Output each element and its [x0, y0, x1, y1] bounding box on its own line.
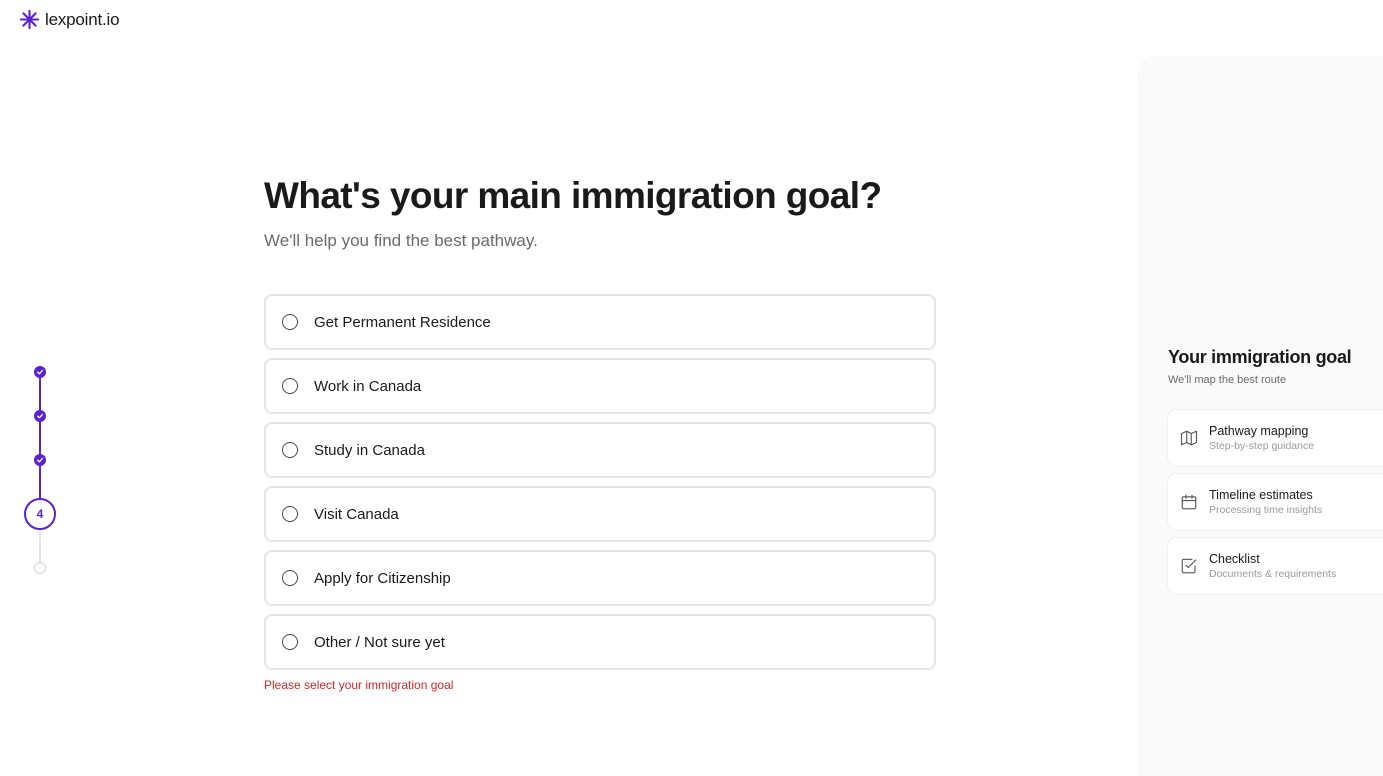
feature-timeline-estimates: Timeline estimates Processing time insig…	[1168, 474, 1383, 530]
stepper-line-complete	[39, 372, 41, 514]
radio-button[interactable]	[282, 570, 298, 586]
feature-title: Timeline estimates	[1209, 488, 1313, 502]
stepper-line-pending	[39, 530, 41, 564]
feature-desc: Step-by-step guidance	[1209, 440, 1315, 452]
option-label: Visit Canada	[314, 505, 399, 523]
step-2-complete[interactable]	[34, 410, 46, 422]
goal-options: Get Permanent Residence Work in Canada S…	[264, 294, 936, 670]
option-study[interactable]: Study in Canada	[264, 422, 936, 478]
option-label: Other / Not sure yet	[314, 633, 445, 651]
check-icon	[36, 457, 44, 463]
map-icon	[1180, 430, 1198, 446]
feature-checklist: Checklist Documents & requirements	[1168, 538, 1383, 594]
validation-error: Please select your immigration goal	[264, 678, 454, 692]
step-4-current: 4	[24, 498, 56, 530]
panel-title: Your immigration goal	[1168, 347, 1352, 367]
panel-subtitle: We'll map the best route	[1168, 374, 1287, 386]
check-icon	[36, 413, 44, 419]
option-label: Study in Canada	[314, 441, 425, 459]
radio-button[interactable]	[282, 378, 298, 394]
option-permanent-residence[interactable]: Get Permanent Residence	[264, 294, 936, 350]
step-3-complete[interactable]	[34, 454, 46, 466]
question-section: What's your main immigration goal? We'll…	[264, 172, 936, 692]
radio-button[interactable]	[282, 634, 298, 650]
step-5-pending	[34, 562, 46, 574]
feature-desc: Documents & requirements	[1209, 568, 1337, 580]
radio-button[interactable]	[282, 314, 298, 330]
question-title: What's your main immigration goal?	[264, 175, 882, 216]
calendar-icon	[1181, 494, 1197, 510]
info-panel: Your immigration goal We'll map the best…	[1137, 56, 1383, 776]
question-subtitle: We'll help you find the best pathway.	[264, 231, 538, 250]
option-other[interactable]: Other / Not sure yet	[264, 614, 936, 670]
option-visit[interactable]: Visit Canada	[264, 486, 936, 542]
feature-desc: Processing time insights	[1209, 504, 1323, 516]
feature-pathway-mapping: Pathway mapping Step-by-step guidance	[1168, 410, 1383, 466]
option-label: Get Permanent Residence	[314, 313, 491, 331]
radio-button[interactable]	[282, 506, 298, 522]
brand-name: lexpoint.io	[45, 9, 120, 29]
brand-logo[interactable]: lexpoint.io	[19, 9, 120, 30]
option-label: Work in Canada	[314, 377, 422, 395]
option-work[interactable]: Work in Canada	[264, 358, 936, 414]
option-citizenship[interactable]: Apply for Citizenship	[264, 550, 936, 606]
check-icon	[36, 369, 44, 375]
radio-button[interactable]	[282, 442, 298, 458]
feature-title: Pathway mapping	[1209, 424, 1309, 438]
step-1-complete[interactable]	[34, 366, 46, 378]
option-label: Apply for Citizenship	[314, 569, 451, 587]
asterisk-logo-icon	[19, 9, 40, 30]
feature-title: Checklist	[1209, 552, 1260, 566]
checklist-icon	[1181, 558, 1197, 574]
